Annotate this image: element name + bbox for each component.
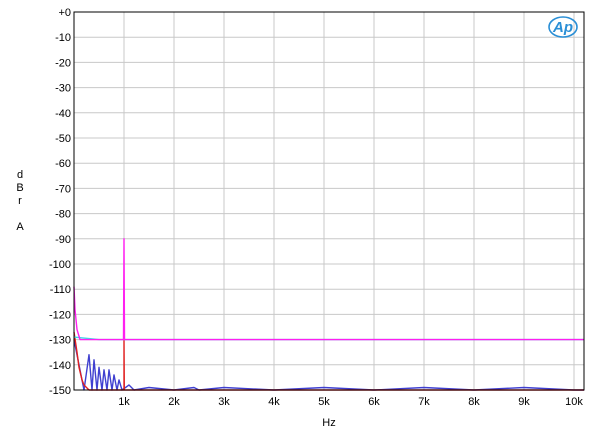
x-tick-label: 7k — [418, 396, 430, 408]
y-tick-label: -120 — [49, 309, 71, 321]
spectrum-chart: +0 -10 -20 -30 -40 -50 -60 -70 -80 -90 -100 -110 -12… — [16, 7, 585, 429]
plot-frame — [73, 11, 585, 391]
y-axis-label-char: B — [16, 182, 23, 194]
y-tick-label: +0 — [58, 7, 71, 19]
y-axis-label: dBr A — [16, 169, 24, 233]
x-tick-label: 6k — [368, 396, 380, 408]
y-tick-label: -110 — [50, 284, 71, 296]
y-tick-label: -130 — [49, 335, 71, 347]
x-tick-label: 1k — [118, 396, 130, 408]
y-tick-label: -30 — [55, 83, 71, 95]
y-tick-label: -50 — [55, 133, 71, 145]
y-tick-label: -90 — [55, 234, 71, 246]
y-axis-label-char: r — [18, 195, 22, 207]
y-tick-label: -150 — [49, 385, 71, 397]
x-axis-label: Hz — [322, 417, 335, 429]
y-tick-label: -100 — [49, 259, 71, 271]
x-tick-label: 3k — [218, 396, 230, 408]
y-axis-label-char: d — [17, 169, 23, 181]
x-tick-label: 2k — [168, 396, 180, 408]
x-tick-label: 9k — [518, 396, 530, 408]
y-tick-labels: +0 -10 -20 -30 -40 -50 -60 -70 -80 -90 -100 -110 -12… — [49, 7, 71, 397]
grid-lines — [74, 11, 584, 391]
y-tick-label: -10 — [55, 32, 71, 44]
y-tick-label: -60 — [55, 158, 71, 170]
y-tick-label: -40 — [55, 108, 71, 120]
y-tick-label: -80 — [55, 209, 71, 221]
x-tick-labels: 1k 2k 3k 4k 5k 6k 7k 8k 9k 10k — [118, 396, 583, 408]
y-axis-label-char: A — [16, 221, 24, 233]
x-tick-label: 5k — [318, 396, 330, 408]
x-tick-label: 4k — [268, 396, 280, 408]
y-tick-label: -20 — [55, 57, 71, 69]
x-tick-label: 8k — [468, 396, 480, 408]
x-tick-label: 10k — [565, 396, 583, 408]
series-line-1 — [73, 331, 584, 391]
ap-logo-text: Ap — [552, 19, 573, 36]
y-tick-label: -140 — [49, 360, 71, 372]
ap-logo: Ap — [548, 16, 578, 38]
y-tick-label: -70 — [55, 183, 71, 195]
